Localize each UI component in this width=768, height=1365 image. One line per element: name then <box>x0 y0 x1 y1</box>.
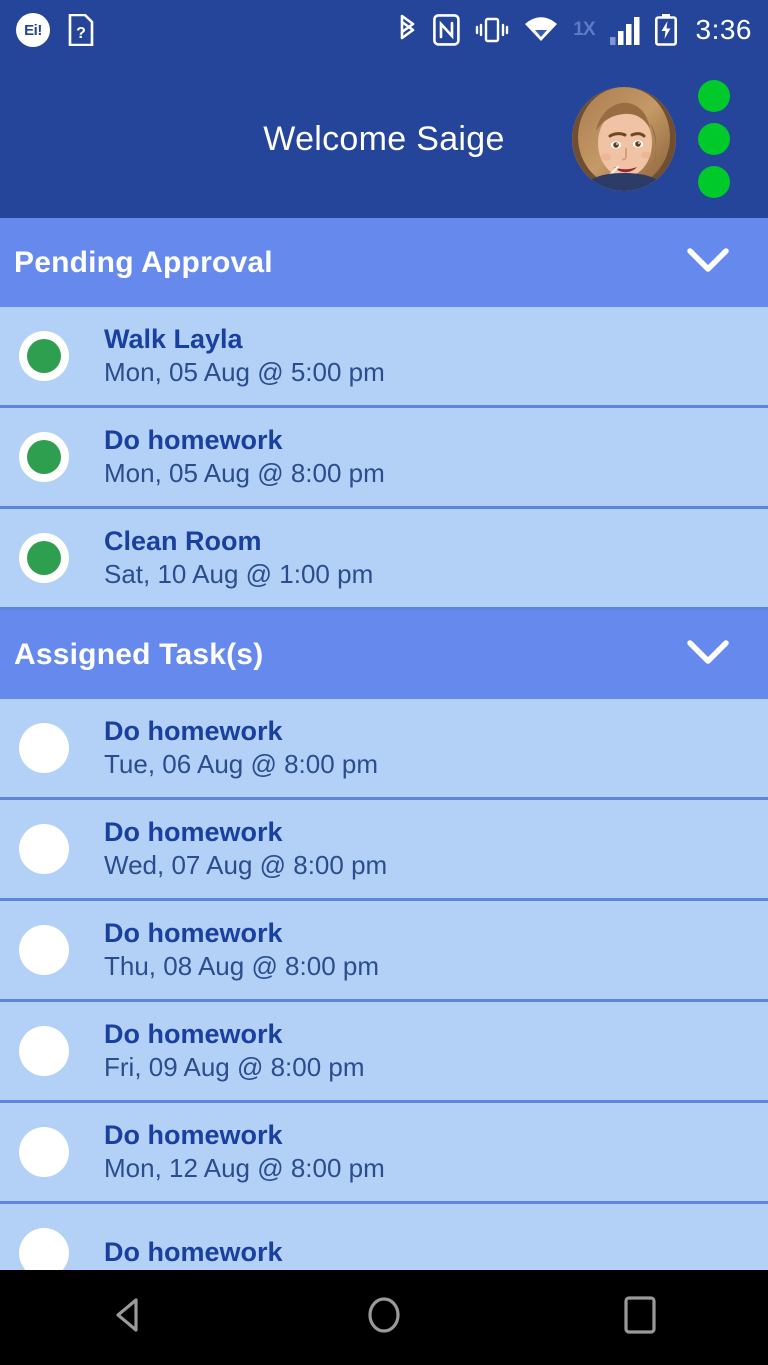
task-text: Do homework Fri, 09 Aug @ 8:00 pm <box>104 1018 365 1084</box>
task-text: Do homework Tue, 06 Aug @ 8:00 pm <box>104 715 378 781</box>
task-text: Do homework Mon, 12 Aug @ 8:00 pm <box>104 1119 385 1185</box>
pending-status-icon <box>19 1026 69 1076</box>
wifi-icon <box>524 14 558 46</box>
task-text: Do homework Thu, 08 Aug @ 8:00 pm <box>104 917 379 983</box>
pending-status-icon <box>19 1127 69 1177</box>
task-due: Mon, 12 Aug @ 8:00 pm <box>104 1153 385 1184</box>
avatar[interactable] <box>572 87 676 191</box>
battery-charging-icon <box>654 14 677 46</box>
task-title: Do homework <box>104 1120 283 1151</box>
back-button[interactable] <box>68 1270 188 1365</box>
task-text: Walk Layla Mon, 05 Aug @ 5:00 pm <box>104 323 385 389</box>
app-root: Ei! ? 1X 3:36 Welcome Saige Pending Appr… <box>0 0 768 1365</box>
table-row[interactable]: Do homework Mon, 05 Aug @ 8:00 pm <box>0 408 768 509</box>
table-row[interactable]: Do homework Mon, 12 Aug @ 8:00 pm <box>0 1103 768 1204</box>
task-due: Thu, 08 Aug @ 8:00 pm <box>104 951 380 982</box>
status-indicator[interactable] <box>18 722 70 774</box>
approved-status-icon <box>19 533 69 583</box>
back-triangle-icon <box>110 1296 146 1339</box>
task-title: Do homework <box>104 1237 283 1268</box>
table-row[interactable]: Walk Layla Mon, 05 Aug @ 5:00 pm <box>0 307 768 408</box>
section-title: Pending Approval <box>14 245 273 279</box>
task-due: Sat, 10 Aug @ 1:00 pm <box>104 559 374 590</box>
android-navigation-bar <box>0 1270 768 1365</box>
vibrate-icon <box>475 14 509 46</box>
status-bar-left: Ei! ? <box>16 13 94 47</box>
task-title: Do homework <box>104 425 283 456</box>
overflow-menu-button[interactable] <box>698 80 730 198</box>
task-title: Do homework <box>104 817 283 848</box>
task-title: Do homework <box>104 1019 283 1050</box>
overflow-dot-icon <box>698 123 730 155</box>
approved-status-icon <box>19 432 69 482</box>
svg-text:?: ? <box>76 25 86 42</box>
table-row[interactable]: Clean Room Sat, 10 Aug @ 1:00 pm <box>0 509 768 610</box>
pending-status-icon <box>19 723 69 773</box>
section-title: Assigned Task(s) <box>14 637 264 671</box>
status-indicator[interactable] <box>18 1025 70 1077</box>
task-title: Clean Room <box>104 526 262 557</box>
status-bar: Ei! ? 1X 3:36 <box>0 0 768 60</box>
pending-status-icon <box>19 925 69 975</box>
section-header-assigned-tasks[interactable]: Assigned Task(s) <box>0 610 768 699</box>
network-type-label: 1X <box>573 19 595 40</box>
page-title: Welcome Saige <box>263 119 505 158</box>
app-header: Welcome Saige <box>0 60 768 218</box>
status-indicator[interactable] <box>18 330 70 382</box>
recents-button[interactable] <box>580 1270 700 1365</box>
overflow-dot-icon <box>698 166 730 198</box>
task-due: Tue, 06 Aug @ 8:00 pm <box>104 749 379 780</box>
home-circle-icon <box>365 1295 403 1340</box>
task-text: Do homework Mon, 05 Aug @ 8:00 pm <box>104 424 385 490</box>
table-row[interactable]: Do homework Wed, 07 Aug @ 8:00 pm <box>0 800 768 901</box>
recents-square-icon <box>623 1295 657 1340</box>
section-header-pending-approval[interactable]: Pending Approval <box>0 218 768 307</box>
table-row[interactable]: Do homework Tue, 06 Aug @ 8:00 pm <box>0 699 768 800</box>
task-due: Wed, 07 Aug @ 8:00 pm <box>104 850 388 881</box>
signal-bars-icon <box>609 14 640 46</box>
task-text: Do homework Wed, 07 Aug @ 8:00 pm <box>104 816 387 882</box>
chevron-down-icon[interactable] <box>686 638 730 671</box>
task-text: Clean Room Sat, 10 Aug @ 1:00 pm <box>104 525 373 591</box>
status-indicator[interactable] <box>18 431 70 483</box>
table-row[interactable]: Do homework Thu, 08 Aug @ 8:00 pm <box>0 901 768 1002</box>
overflow-dot-icon <box>698 80 730 112</box>
sim-question-icon: ? <box>68 14 94 46</box>
status-bar-clock: 3:36 <box>695 14 752 45</box>
nfc-icon <box>433 14 460 46</box>
task-text: Do homework <box>104 1236 283 1270</box>
ei-alert-icon: Ei! <box>16 13 50 47</box>
chevron-down-icon[interactable] <box>686 246 730 279</box>
task-title: Do homework <box>104 918 283 949</box>
status-bar-right: 1X 3:36 <box>397 14 752 46</box>
bluetooth-icon <box>397 14 418 46</box>
status-indicator[interactable] <box>18 924 70 976</box>
task-list-scroll[interactable]: Pending Approval Walk Layla Mon, 05 Aug … <box>0 218 768 1365</box>
task-due: Mon, 05 Aug @ 8:00 pm <box>104 458 385 489</box>
approved-status-icon <box>19 331 69 381</box>
task-due: Mon, 05 Aug @ 5:00 pm <box>104 357 385 388</box>
status-indicator[interactable] <box>18 532 70 584</box>
task-due: Fri, 09 Aug @ 8:00 pm <box>104 1052 365 1083</box>
table-row[interactable]: Do homework Fri, 09 Aug @ 8:00 pm <box>0 1002 768 1103</box>
pending-status-icon <box>19 824 69 874</box>
status-indicator[interactable] <box>18 823 70 875</box>
status-indicator[interactable] <box>18 1126 70 1178</box>
home-button[interactable] <box>324 1270 444 1365</box>
task-title: Walk Layla <box>104 324 243 355</box>
task-title: Do homework <box>104 716 283 747</box>
